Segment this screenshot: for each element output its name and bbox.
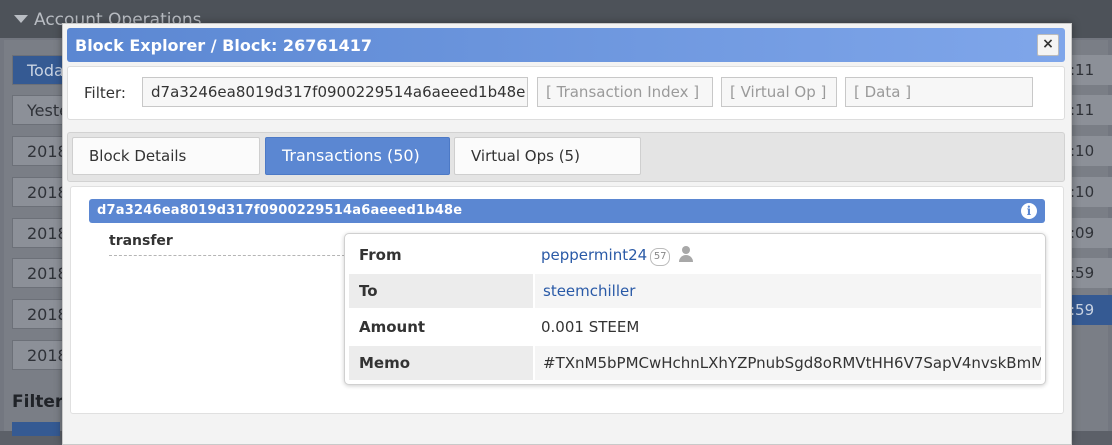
detail-key: Amount (359, 318, 426, 336)
detail-key: Memo (359, 354, 411, 372)
virtual-op-input[interactable]: [ Virtual Op ] (721, 77, 837, 107)
operation-details-card: From peppermint24 57 To steemchiller Amou… (344, 233, 1046, 385)
transaction-header[interactable]: d7a3246ea8019d317f0900229514a6aeeed1b48e… (89, 199, 1045, 223)
detail-row-to: To steemchiller (349, 274, 1041, 308)
bg-filter-chip[interactable] (12, 422, 60, 436)
memo-value: #TXnM5bPMCwHchnLXhYZPnubSgd8oRMVtHH6V7Sa… (533, 346, 1041, 380)
bg-filter-label: Filter (12, 392, 64, 412)
transactions-panel: d7a3246ea8019d317f0900229514a6aeeed1b48e… (70, 186, 1064, 414)
operation-type: transfer (109, 233, 173, 249)
detail-value: steemchiller (533, 274, 1041, 308)
tab-transactions[interactable]: Transactions (50) (265, 137, 450, 175)
block-explorer-dialog: Block Explorer / Block: 26761417 × Filte… (62, 23, 1072, 445)
filter-bar: Filter: d7a3246ea8019d317f0900229514a6ae… (67, 66, 1065, 120)
detail-key: From (359, 246, 402, 264)
data-input[interactable]: [ Data ] (845, 77, 1033, 107)
detail-value: peppermint24 57 (533, 238, 1041, 272)
info-icon[interactable]: i (1021, 203, 1037, 219)
from-account-link[interactable]: peppermint24 (541, 246, 647, 264)
detail-row-memo: Memo #TXnM5bPMCwHchnLXhYZPnubSgd8oRMVtHH… (349, 346, 1041, 380)
operation-divider (109, 255, 345, 256)
collapse-triangle-icon (14, 15, 28, 23)
transaction-id-input[interactable]: d7a3246ea8019d317f0900229514a6aeeed1b48e (142, 77, 528, 107)
detail-key: To (359, 282, 378, 300)
to-account-link[interactable]: steemchiller (543, 282, 635, 300)
close-icon: × (1042, 36, 1054, 52)
transaction-index-input[interactable]: [ Transaction Index ] (537, 77, 713, 107)
reputation-badge: 57 (650, 248, 671, 266)
user-icon[interactable] (678, 246, 694, 262)
transaction-id: d7a3246ea8019d317f0900229514a6aeeed1b48e (97, 203, 463, 218)
tab-virtual-ops[interactable]: Virtual Ops (5) (454, 137, 641, 175)
dialog-titlebar[interactable]: Block Explorer / Block: 26761417 × (67, 28, 1065, 62)
dialog-title: Block Explorer / Block: 26761417 (75, 36, 372, 55)
amount-value: 0.001 STEEM (533, 310, 1041, 344)
close-button[interactable]: × (1037, 34, 1059, 56)
filter-label: Filter: (84, 84, 126, 102)
tab-block-details[interactable]: Block Details (72, 137, 260, 175)
tabs-bar: Block Details Transactions (50) Virtual … (67, 132, 1065, 182)
detail-row-from: From peppermint24 57 (349, 238, 1041, 272)
detail-row-amount: Amount 0.001 STEEM (349, 310, 1041, 344)
